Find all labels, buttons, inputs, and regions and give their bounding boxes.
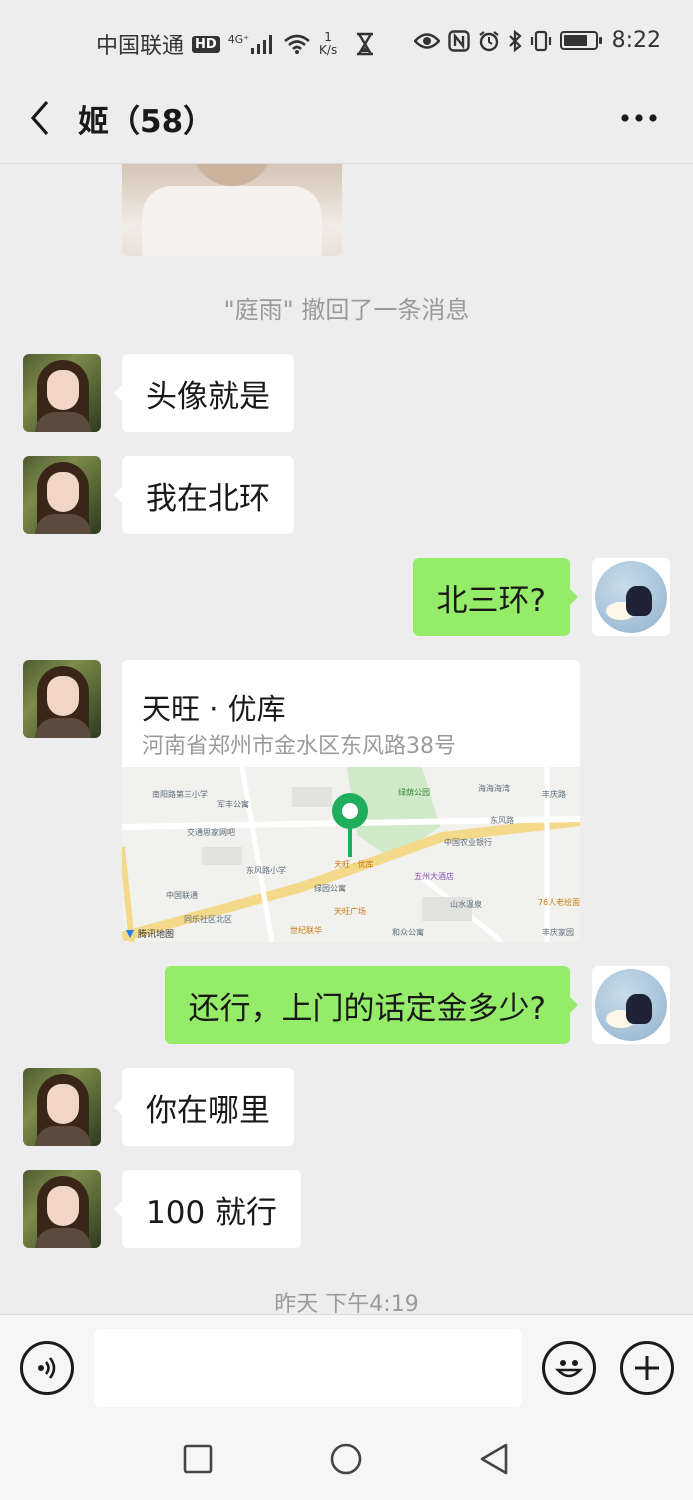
battery-icon: [559, 31, 602, 50]
voice-icon: [38, 1357, 56, 1379]
signal-bars-icon: [251, 35, 273, 54]
map-label: 天旺 · 优库: [334, 859, 374, 869]
hourglass-icon: [357, 32, 374, 56]
emoji-button[interactable]: [542, 1341, 596, 1395]
map-label: 中国联通: [166, 890, 198, 900]
input-bar: [0, 1314, 693, 1418]
status-right: 8:22: [413, 28, 661, 53]
network-speed: 1 K/s: [319, 31, 337, 57]
chat-title: 姬（58）: [78, 104, 215, 140]
eye-icon: [413, 32, 440, 49]
plus-button[interactable]: [620, 1341, 674, 1395]
chat-area[interactable]: "庭雨" 撤回了一条消息 头像就是 我在北环 北三环? 天旺 · 优库 河南省郑…: [0, 164, 693, 1314]
contact-avatar[interactable]: [23, 456, 101, 534]
circle-icon: [330, 1443, 362, 1475]
map-label: 南阳路第三小学: [152, 789, 208, 799]
network-type: 4G⁺: [227, 33, 250, 46]
contact-avatar[interactable]: [23, 660, 101, 738]
message-input[interactable]: [94, 1329, 522, 1407]
map-label: 交通思家网吧: [187, 827, 235, 837]
map-label: 海海海湾: [478, 783, 510, 793]
home-button[interactable]: [329, 1442, 363, 1476]
system-nav-bar: [0, 1418, 693, 1500]
emoji-icon: [555, 1360, 583, 1378]
map-label: 丰庆家园: [542, 927, 574, 937]
plus-icon: [635, 1356, 659, 1380]
signal-icon: 4G⁺: [228, 34, 275, 54]
vibrate-icon: [530, 30, 551, 51]
image-message[interactable]: [122, 164, 342, 256]
message-bubble-received[interactable]: 头像就是: [114, 354, 294, 432]
wifi-icon: [284, 34, 310, 54]
map-label: 绿荫公园: [398, 787, 430, 797]
back-nav-button[interactable]: [477, 1442, 511, 1476]
location-card[interactable]: 天旺 · 优库 河南省郑州市金水区东风路38号 南阳路第三小学 军丰公寓 交通思…: [122, 660, 580, 942]
location-address: 河南省郑州市金水区东风路38号: [142, 734, 456, 759]
map-label: 中国农业银行: [444, 837, 492, 847]
contact-avatar[interactable]: [23, 1068, 101, 1146]
status-bar: 中国联通 HD 4G⁺ 1 K/s 8:22: [0, 0, 693, 86]
speed-unit: K/s: [319, 43, 338, 57]
voice-button[interactable]: [20, 1341, 74, 1395]
map-label: 天旺广场: [334, 906, 366, 916]
map-label: 世纪联华: [290, 925, 322, 935]
map-label: 军丰公寓: [217, 799, 249, 809]
back-button[interactable]: [20, 98, 60, 138]
timestamp: 昨天 下午4:19: [274, 1292, 419, 1314]
map-brand: 腾讯地图: [138, 928, 174, 940]
map-label: 绿园公寓: [314, 883, 346, 893]
triangle-back-icon: [480, 1443, 508, 1475]
map-label: 和众公寓: [392, 927, 424, 937]
nfc-icon: [447, 29, 470, 52]
alarm-icon: [478, 30, 499, 51]
contact-avatar[interactable]: [23, 354, 101, 432]
contact-avatar[interactable]: [23, 1170, 101, 1248]
bluetooth-icon: [508, 29, 522, 52]
my-avatar[interactable]: [592, 558, 670, 636]
map-label: 丰庆路: [542, 789, 566, 799]
chevron-left-icon: [30, 100, 49, 136]
map-label: 同乐社区北区: [184, 914, 232, 924]
map-label: 76人老绘面: [538, 897, 580, 907]
map-label: 山水温泉: [450, 899, 482, 909]
square-icon: [183, 1444, 213, 1474]
status-left: 中国联通 HD 4G⁺ 1 K/s: [96, 28, 375, 60]
clock: 8:22: [611, 28, 661, 53]
location-map: 南阳路第三小学 军丰公寓 交通思家网吧 东风路小学 天旺 · 优库 绿园公寓 天…: [122, 767, 580, 942]
map-label: 东风路小学: [246, 865, 286, 875]
carrier-label: 中国联通: [96, 34, 185, 59]
map-label: 五州大酒店: [414, 871, 454, 881]
message-bubble-received[interactable]: 你在哪里: [114, 1068, 294, 1146]
recall-notice: "庭雨" 撤回了一条消息: [223, 296, 470, 324]
message-bubble-received[interactable]: 我在北环: [114, 456, 294, 534]
message-bubble-sent[interactable]: 北三环?: [412, 558, 579, 636]
chat-header: 姬（58）: [0, 86, 693, 164]
hd-badge: HD: [192, 35, 220, 53]
more-dots-icon: [621, 114, 657, 122]
recent-apps-button[interactable]: [181, 1442, 215, 1476]
location-name: 天旺 · 优库: [142, 692, 286, 726]
battery-fill: [563, 35, 587, 46]
message-bubble-received[interactable]: 100 就行: [113, 1170, 302, 1248]
more-button[interactable]: [615, 98, 663, 138]
my-avatar[interactable]: [592, 966, 670, 1044]
message-bubble-sent[interactable]: 还行，上门的话定金多少?: [164, 966, 579, 1044]
map-label: 东风路: [490, 815, 514, 825]
